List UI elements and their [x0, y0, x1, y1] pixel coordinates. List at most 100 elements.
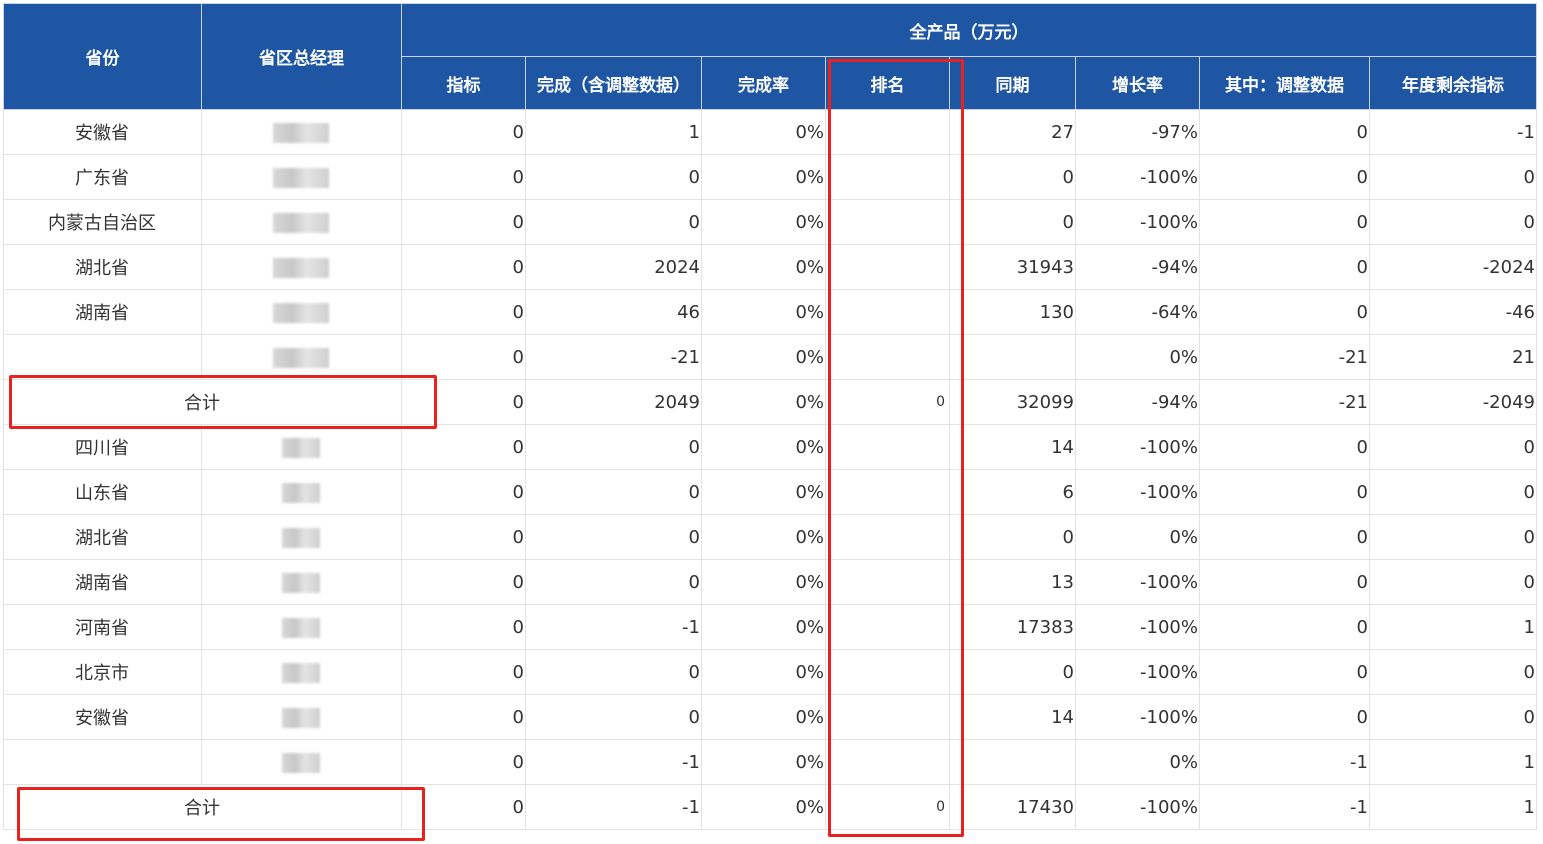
- target-cell: 0: [401, 559, 526, 605]
- table-row: 安徽省 0 1 0% 27 -97% 0 -1: [3, 109, 1537, 155]
- manager-cell: [201, 289, 402, 335]
- adjustment-cell: 0: [1199, 244, 1370, 290]
- table-row: 四川省 0 0 0% 14 -100% 0 0: [3, 424, 1537, 470]
- remaining-target-cell: -2024: [1369, 244, 1537, 290]
- remaining-target-cell: 0: [1369, 424, 1537, 470]
- completed-cell: -1: [525, 739, 702, 785]
- rank-cell: [825, 469, 950, 515]
- table-row: 湖北省 0 0 0% 0 0% 0 0: [3, 514, 1537, 560]
- rank-cell: [825, 559, 950, 605]
- same-period-cell: 0: [949, 199, 1076, 245]
- manager-cell: [201, 199, 402, 245]
- province-cell: 四川省: [3, 424, 202, 470]
- table-row: 0 -1 0% 0% -1 1: [3, 739, 1537, 785]
- header-rank[interactable]: 排名: [825, 56, 950, 110]
- table-row: 湖北省 0 2024 0% 31943 -94% 0 -2024: [3, 244, 1537, 290]
- table-row: 广东省 0 0 0% 0 -100% 0 0: [3, 154, 1537, 200]
- same-period-cell: 0: [949, 154, 1076, 200]
- header-group-all-products: 全产品（万元）: [401, 3, 1537, 57]
- redacted-name: [273, 347, 329, 368]
- table-row: 湖南省 0 46 0% 130 -64% 0 -46: [3, 289, 1537, 335]
- total-row: 合计 0 2049 0% 0 32099 -94% -21 -2049: [3, 379, 1537, 425]
- redacted-name: [282, 617, 320, 638]
- province-cell: [3, 739, 202, 785]
- total-label: 合计: [3, 379, 402, 425]
- header-province[interactable]: 省份: [3, 3, 202, 110]
- growth-rate-cell: -97%: [1075, 109, 1200, 155]
- header-completion-rate[interactable]: 完成率: [701, 56, 826, 110]
- header-manager[interactable]: 省区总经理: [201, 3, 402, 110]
- adjustment-cell: 0: [1199, 649, 1370, 695]
- adjustment-cell: 0: [1199, 469, 1370, 515]
- completed-cell: 0: [525, 649, 702, 695]
- completed-cell: 0: [525, 469, 702, 515]
- header-same-period[interactable]: 同期: [949, 56, 1076, 110]
- manager-cell: [201, 739, 402, 785]
- target-cell: 0: [401, 604, 526, 650]
- growth-rate-cell: -100%: [1075, 694, 1200, 740]
- rank-cell: 0: [825, 784, 950, 830]
- table-row: 河南省 0 -1 0% 17383 -100% 0 1: [3, 604, 1537, 650]
- remaining-target-cell: 0: [1369, 694, 1537, 740]
- completion-rate-cell: 0%: [701, 514, 826, 560]
- remaining-target-cell: 0: [1369, 199, 1537, 245]
- redacted-name: [282, 707, 320, 728]
- manager-cell: [201, 514, 402, 560]
- manager-cell: [201, 334, 402, 380]
- same-period-cell: 130: [949, 289, 1076, 335]
- adjustment-cell: -1: [1199, 739, 1370, 785]
- growth-rate-cell: -100%: [1075, 784, 1200, 830]
- completed-cell: 0: [525, 424, 702, 470]
- rank-cell: [825, 739, 950, 785]
- remaining-target-cell: -2049: [1369, 379, 1537, 425]
- target-cell: 0: [401, 424, 526, 470]
- province-cell: 河南省: [3, 604, 202, 650]
- table-row: 0 -21 0% 0% -21 21: [3, 334, 1537, 380]
- header-completed[interactable]: 完成（含调整数据）: [525, 56, 702, 110]
- completed-cell: 2049: [525, 379, 702, 425]
- completed-cell: -1: [525, 604, 702, 650]
- same-period-cell: [949, 334, 1076, 380]
- growth-rate-cell: -94%: [1075, 244, 1200, 290]
- redacted-name: [282, 437, 320, 458]
- same-period-cell: 17430: [949, 784, 1076, 830]
- target-cell: 0: [401, 514, 526, 560]
- completion-rate-cell: 0%: [701, 604, 826, 650]
- adjustment-cell: -1: [1199, 784, 1370, 830]
- completion-rate-cell: 0%: [701, 109, 826, 155]
- total-row: 合计 0 -1 0% 0 17430 -100% -1 1: [3, 784, 1537, 830]
- completed-cell: 0: [525, 559, 702, 605]
- redacted-name: [273, 122, 329, 143]
- same-period-cell: 14: [949, 694, 1076, 740]
- completion-rate-cell: 0%: [701, 649, 826, 695]
- remaining-target-cell: 0: [1369, 514, 1537, 560]
- redacted-name: [273, 257, 329, 278]
- completion-rate-cell: 0%: [701, 469, 826, 515]
- same-period-cell: 0: [949, 649, 1076, 695]
- rank-cell: [825, 289, 950, 335]
- header-adjustment[interactable]: 其中：调整数据: [1199, 56, 1370, 110]
- same-period-cell: [949, 739, 1076, 785]
- province-cell: 安徽省: [3, 694, 202, 740]
- total-label: 合计: [3, 784, 402, 830]
- completed-cell: 0: [525, 694, 702, 740]
- manager-cell: [201, 469, 402, 515]
- adjustment-cell: 0: [1199, 289, 1370, 335]
- remaining-target-cell: -1: [1369, 109, 1537, 155]
- header-growth-rate[interactable]: 增长率: [1075, 56, 1200, 110]
- growth-rate-cell: -100%: [1075, 424, 1200, 470]
- adjustment-cell: -21: [1199, 379, 1370, 425]
- target-cell: 0: [401, 379, 526, 425]
- redacted-name: [282, 572, 320, 593]
- manager-cell: [201, 109, 402, 155]
- completion-rate-cell: 0%: [701, 739, 826, 785]
- target-cell: 0: [401, 289, 526, 335]
- table-row: 内蒙古自治区 0 0 0% 0 -100% 0 0: [3, 199, 1537, 245]
- report-table-container: 省份 省区总经理 全产品（万元） 指标 完成（含调整数据） 完成率 排名 同期 …: [3, 3, 1537, 830]
- growth-rate-cell: 0%: [1075, 334, 1200, 380]
- remaining-target-cell: 1: [1369, 739, 1537, 785]
- header-remaining-target[interactable]: 年度剩余指标: [1369, 56, 1537, 110]
- completion-rate-cell: 0%: [701, 559, 826, 605]
- completed-cell: 0: [525, 514, 702, 560]
- header-target[interactable]: 指标: [401, 56, 526, 110]
